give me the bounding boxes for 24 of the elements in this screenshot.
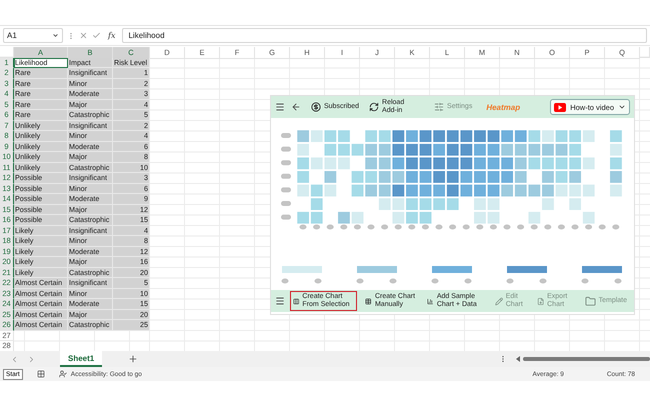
menu-icon[interactable] — [275, 102, 285, 112]
table-icon — [365, 296, 372, 306]
formula-field[interactable]: Likelihood — [122, 28, 647, 43]
check-icon[interactable] — [92, 31, 101, 40]
chevron-down-icon — [52, 32, 59, 39]
pencil-icon — [494, 296, 503, 306]
panel-title: Heatmap — [486, 102, 520, 112]
reload-icon — [369, 102, 380, 112]
cell-mode-icon[interactable] — [36, 370, 45, 378]
sheet-tab[interactable]: Sheet1 — [60, 351, 102, 367]
accessibility-icon[interactable] — [58, 370, 67, 378]
add-sheet-icon[interactable] — [128, 354, 138, 364]
back-arrow-icon[interactable] — [291, 102, 301, 112]
folder-icon — [584, 296, 596, 306]
chevron-down-icon — [618, 103, 626, 111]
dollar-icon — [311, 102, 321, 112]
horizontal-scrollbar[interactable] — [515, 355, 650, 363]
menu-icon[interactable] — [275, 296, 285, 306]
file-download-icon — [536, 296, 544, 306]
name-box[interactable]: A1 — [3, 28, 63, 43]
sliders-icon — [434, 102, 444, 112]
play-icon — [554, 102, 566, 112]
cancel-icon[interactable] — [79, 31, 88, 40]
insert-function-button[interactable]: fx — [105, 31, 118, 40]
